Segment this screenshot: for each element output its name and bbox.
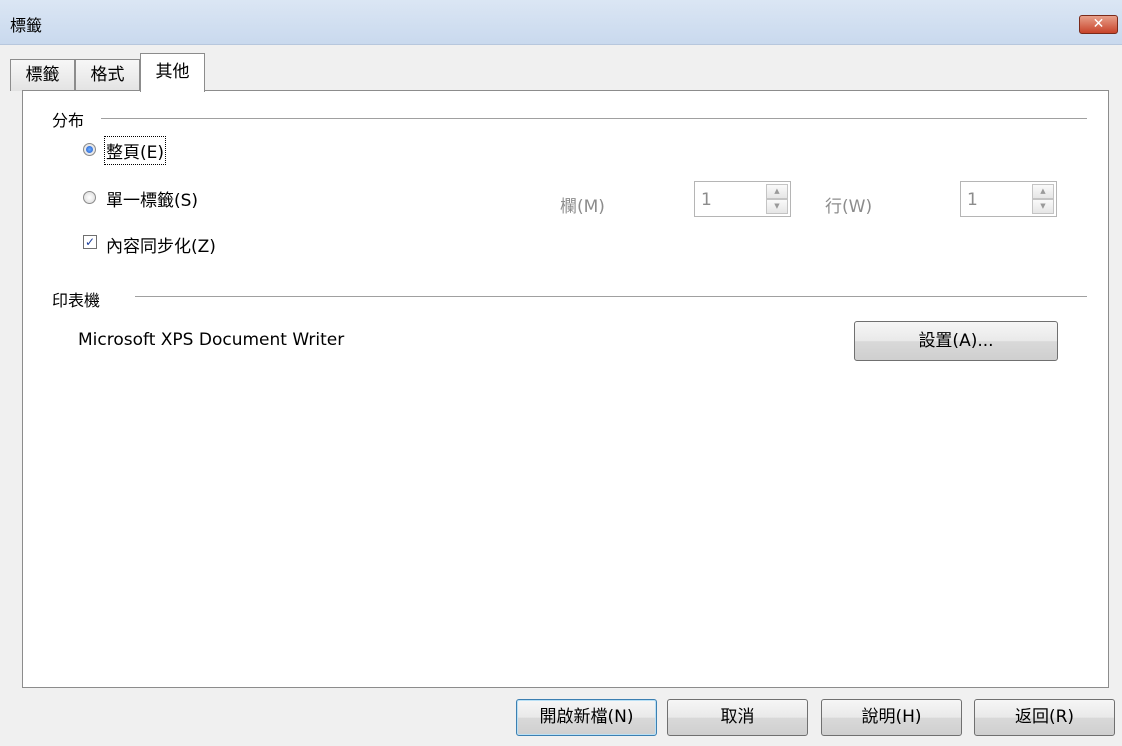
distribution-group-label: 分布 [52,107,93,131]
column-value[interactable]: 1 [701,190,712,210]
row-down-arrow-icon[interactable]: ▼ [1032,199,1054,214]
distribution-separator [101,118,1087,119]
tab-format[interactable]: 格式 [75,59,140,91]
row-spinner[interactable]: 1 ▲ ▼ [960,181,1057,217]
row-label: 行(W) [825,197,873,217]
tab-panel: 分布 整頁(E) 單一標籤(S) 欄(M) 1 ▲ ▼ 行(W) 1 ▲ ▼ ✓… [22,90,1109,688]
printer-name: Microsoft XPS Document Writer [78,330,345,350]
whole-page-radio[interactable] [83,143,96,156]
help-button[interactable]: 說明(H) [821,699,962,736]
printer-group-label: 印表機 [52,287,109,311]
column-down-arrow-icon[interactable]: ▼ [766,199,788,214]
column-up-arrow-icon[interactable]: ▲ [766,184,788,199]
new-document-button[interactable]: 開啟新檔(N) [516,699,657,736]
labels-dialog: 標籤 ✕ 標籤 格式 其他 分布 整頁(E) 單一標籤(S) 欄(M) 1 ▲ … [0,0,1122,746]
whole-page-label[interactable]: 整頁(E) [103,136,167,165]
column-label: 欄(M) [560,197,605,217]
tab-options[interactable]: 其他 [140,53,205,92]
row-up-arrow-icon[interactable]: ▲ [1032,184,1054,199]
title-bar: 標籤 ✕ [0,0,1122,45]
sync-contents-label[interactable]: 內容同步化(Z) [106,232,216,257]
sync-contents-checkbox[interactable]: ✓ [83,235,97,249]
row-value[interactable]: 1 [967,190,978,210]
close-button[interactable]: ✕ [1079,15,1118,34]
tab-labels[interactable]: 標籤 [10,59,75,91]
column-spinner[interactable]: 1 ▲ ▼ [694,181,791,217]
printer-setup-button[interactable]: 設置(A)... [854,321,1058,361]
close-icon: ✕ [1092,16,1105,32]
cancel-button[interactable]: 取消 [667,699,808,736]
reset-button[interactable]: 返回(R) [974,699,1115,736]
printer-separator [135,296,1087,297]
single-label-radio[interactable] [83,191,96,204]
checkmark-icon: ✓ [84,235,96,249]
single-label-label[interactable]: 單一標籤(S) [106,186,198,211]
dialog-title: 標籤 [10,16,43,35]
column-spin-buttons: ▲ ▼ [766,184,788,214]
row-spin-buttons: ▲ ▼ [1032,184,1054,214]
